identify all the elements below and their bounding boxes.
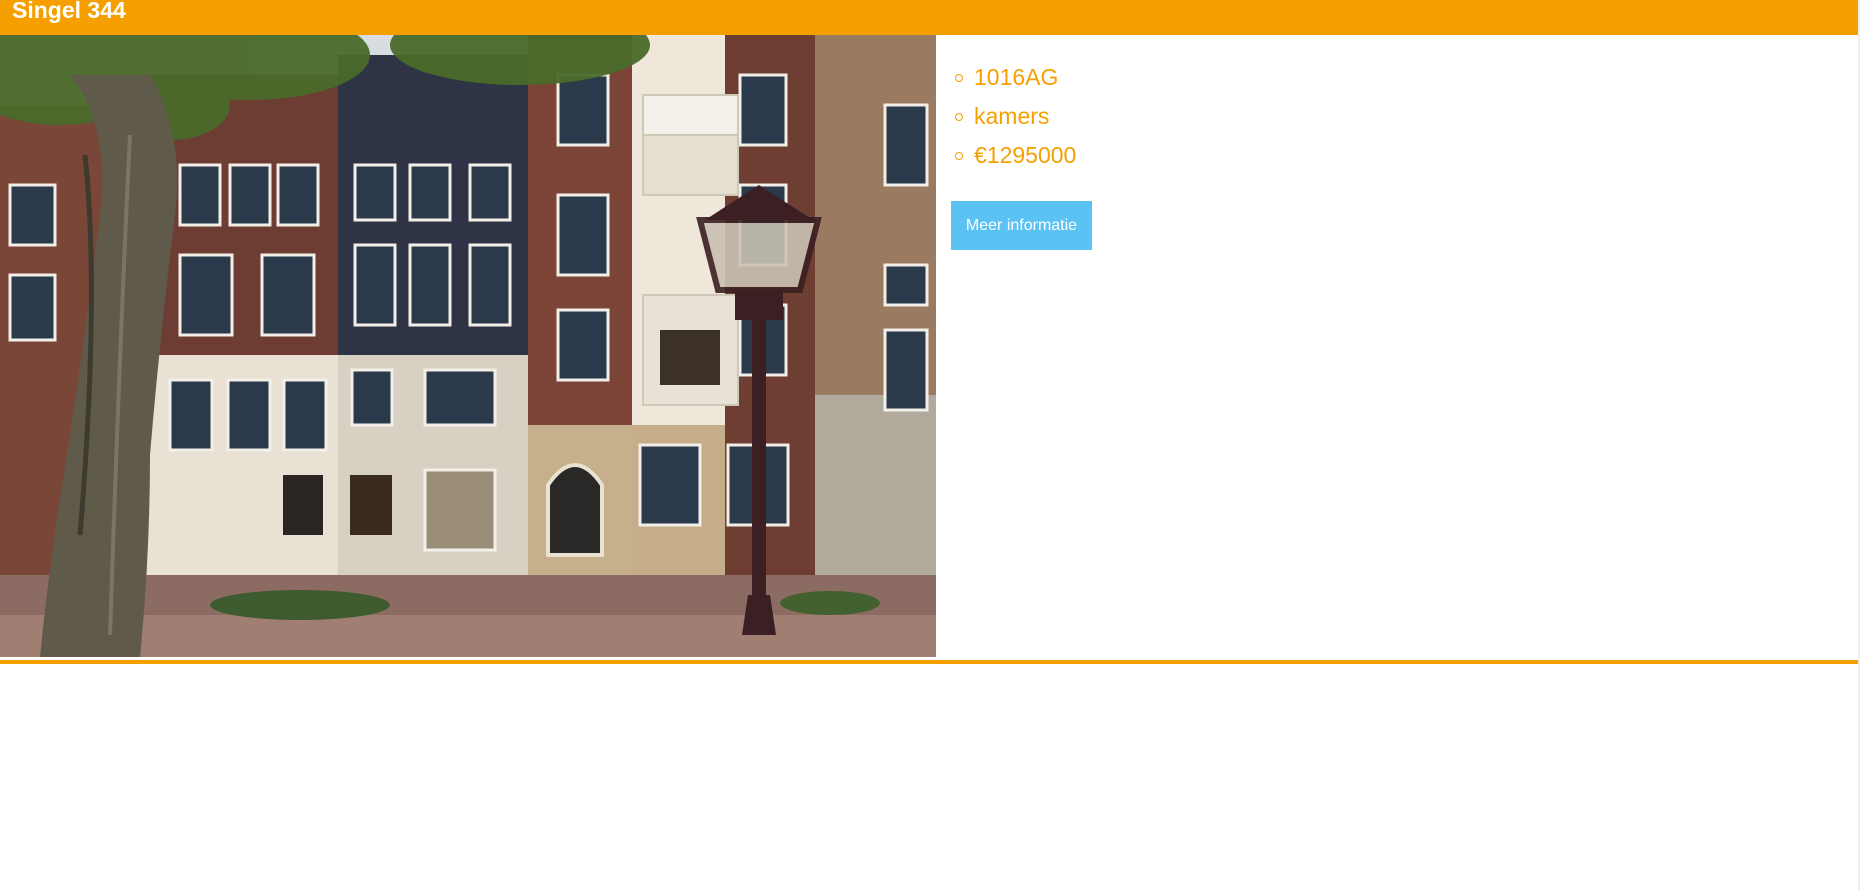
price-value: €1295000 [974,142,1077,168]
property-photo [0,35,936,657]
card-divider [0,660,1858,664]
postcode-value: 1016AG [974,64,1059,90]
details-list: 1016AG kamers €1295000 [952,58,1076,175]
circle-outline-icon [955,113,963,121]
postcode-item: 1016AG [952,58,1076,97]
circle-outline-icon [955,74,963,82]
circle-outline-icon [955,152,963,160]
rooms-item: kamers [952,97,1076,136]
rooms-value: kamers [974,103,1050,129]
listing-card: Singel 344 1016AG kamers €1295000 Meer i… [0,0,1860,665]
listing-title: Singel 344 [12,0,126,23]
listing-header: Singel 344 [0,0,1858,35]
more-info-button[interactable]: Meer informatie [951,201,1092,250]
listing-details: 1016AG kamers €1295000 [952,58,1076,175]
price-item: €1295000 [952,136,1076,175]
